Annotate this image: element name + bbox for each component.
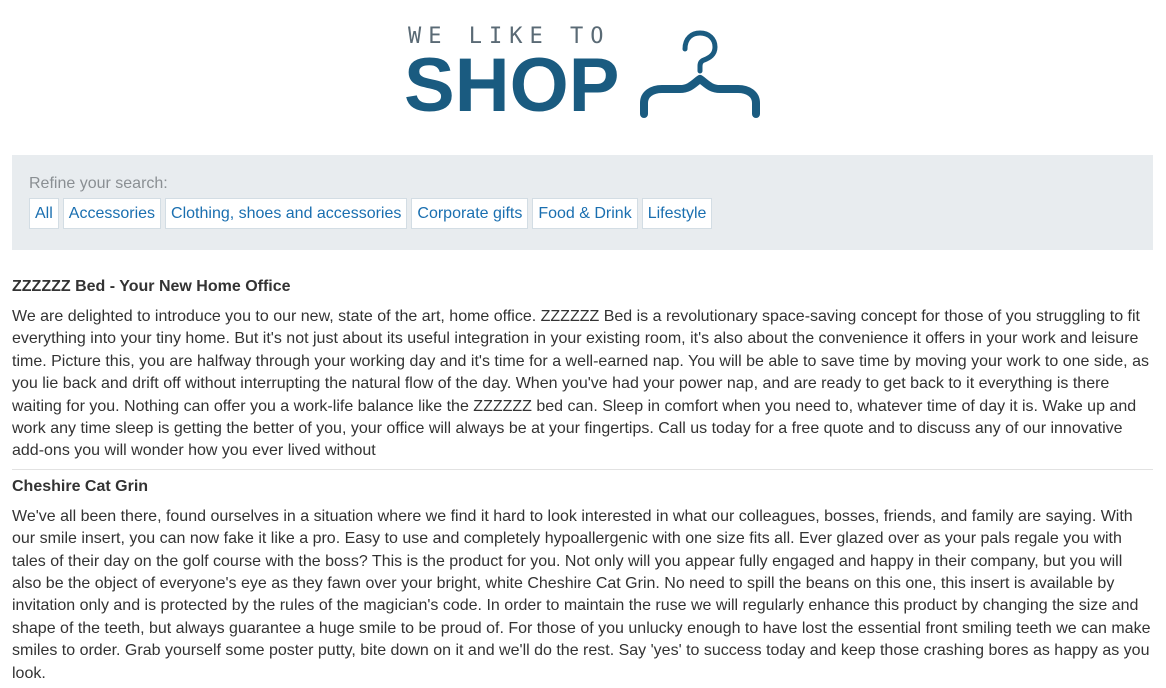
refine-label: Refine your search: (29, 175, 168, 192)
hanger-icon (640, 30, 760, 118)
filter-all[interactable]: All (29, 198, 59, 229)
filter-list: All Accessories Clothing, shoes and acce… (29, 198, 713, 229)
site-logo[interactable]: WE LIKE TO SHOP (404, 24, 766, 128)
filter-food-drink[interactable]: Food & Drink (532, 198, 638, 229)
refine-search-panel: Refine your search: All Accessories Clot… (12, 155, 1153, 250)
post-title[interactable]: Cheshire Cat Grin (12, 477, 1153, 497)
filter-accessories[interactable]: Accessories (62, 198, 162, 229)
blog-post: Cheshire Cat Grin We've all been there, … (12, 477, 1153, 688)
post-body: We've all been there, found ourselves in… (12, 507, 1151, 682)
filter-lifestyle[interactable]: Lifestyle (641, 198, 713, 229)
filter-clothing-shoes-accessories[interactable]: Clothing, shoes and accessories (165, 198, 408, 229)
filter-corporate-gifts[interactable]: Corporate gifts (411, 198, 529, 229)
blog-post: ZZZZZZ Bed - Your New Home Office We are… (12, 277, 1153, 470)
logo-wordmark: SHOP (404, 43, 620, 128)
blog-post-list: ZZZZZZ Bed - Your New Home Office We are… (12, 277, 1153, 688)
post-body: We are delighted to introduce you to our… (12, 308, 1149, 460)
page: WE LIKE TO SHOP Refine your search: All … (0, 0, 1166, 688)
post-title[interactable]: ZZZZZZ Bed - Your New Home Office (12, 277, 1153, 297)
